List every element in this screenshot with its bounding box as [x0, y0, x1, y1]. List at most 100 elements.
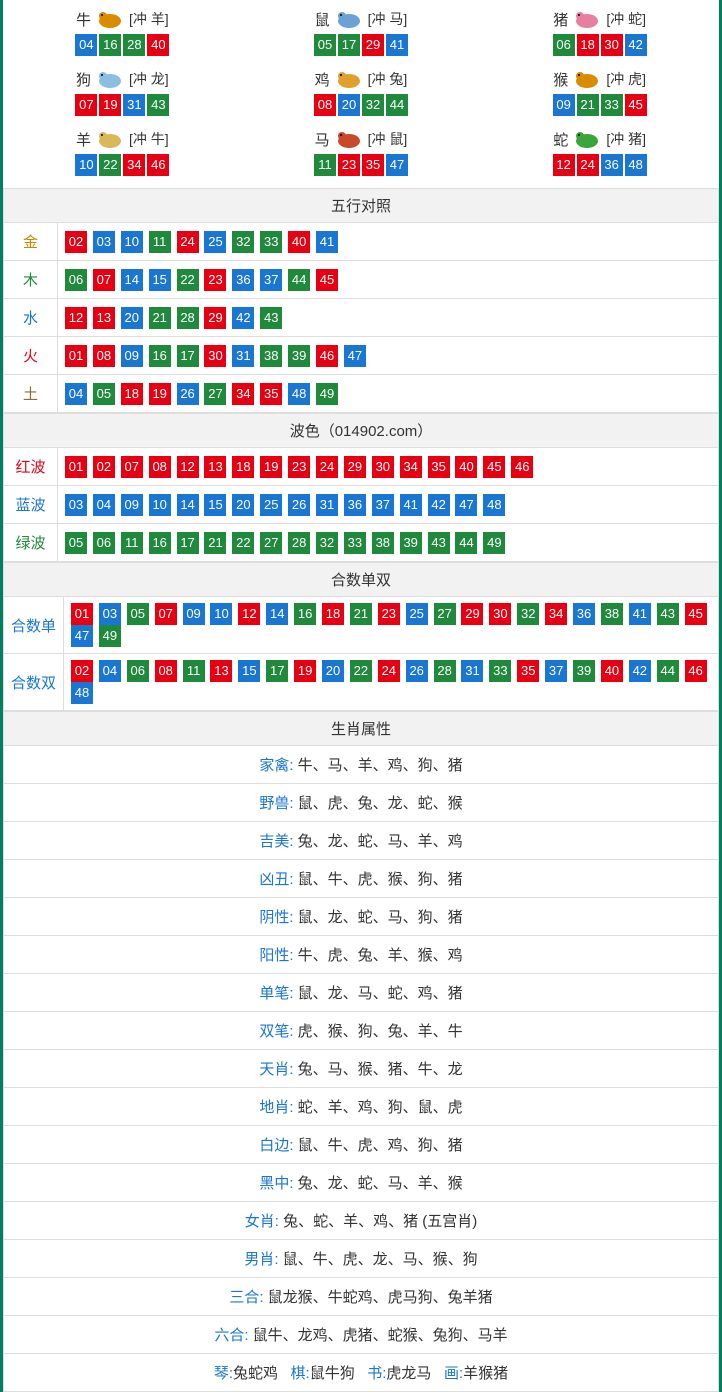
- row-label: 蓝波: [4, 486, 58, 524]
- attr-label: 阳性:: [259, 947, 293, 964]
- number-ball: 10: [75, 154, 97, 176]
- row-label: 木: [4, 261, 58, 299]
- zodiac-clash: [冲 牛]: [129, 129, 169, 149]
- number-ball: 20: [121, 307, 143, 329]
- attr-value: 虎、猴、狗、兔、羊、牛: [298, 1023, 463, 1040]
- row-balls: 05 06 11 16 17 21 22 27 28 32 33 38 39 4…: [58, 524, 719, 562]
- number-ball: 29: [204, 307, 226, 329]
- number-ball: 30: [489, 603, 511, 625]
- number-ball: 22: [350, 660, 372, 682]
- number-ball: 09: [183, 603, 205, 625]
- row-label: 土: [4, 375, 58, 413]
- zodiac-clash: [冲 虎]: [606, 69, 646, 89]
- number-ball: 40: [455, 456, 477, 478]
- zodiac-balls: 11233547: [242, 154, 481, 176]
- zodiac-cell: 牛[冲 羊]04162840: [3, 4, 242, 64]
- attr-cell: 野兽: 鼠、虎、兔、龙、蛇、猴: [4, 784, 719, 822]
- number-ball: 47: [386, 154, 408, 176]
- attr-value: 兔、马、猴、猪、牛、龙: [298, 1061, 463, 1078]
- four-value: 羊猴猪: [463, 1365, 508, 1382]
- zodiac-cell: 鼠[冲 马]05172941: [242, 4, 481, 64]
- zodiac-name: 马: [315, 129, 330, 150]
- attr-cell: 双笔: 虎、猴、狗、兔、羊、牛: [4, 1012, 719, 1050]
- number-ball: 42: [629, 660, 651, 682]
- bose-table: 波色（014902.com） 红波01 02 07 08 12 13 18 19…: [3, 413, 719, 562]
- table-row: 木06 07 14 15 22 23 36 37 44 45: [4, 261, 719, 299]
- four-value: 兔蛇鸡: [233, 1365, 278, 1382]
- attr-row: 六合: 鼠牛、龙鸡、虎猪、蛇猴、兔狗、马羊: [4, 1316, 719, 1354]
- zodiac-balls: 12243648: [480, 154, 719, 176]
- zodiac-head: 羊 [冲 牛]: [76, 128, 169, 150]
- zodiac-name: 蛇: [553, 129, 568, 150]
- zodiac-head: 鼠 [冲 马]: [315, 8, 408, 30]
- number-ball: 44: [288, 269, 310, 291]
- zodiac-icon: [93, 8, 127, 30]
- zodiac-name: 猴: [553, 69, 568, 90]
- number-ball: 18: [232, 456, 254, 478]
- number-ball: 11: [314, 154, 336, 176]
- number-ball: 28: [123, 34, 145, 56]
- zodiac-clash: [冲 马]: [368, 9, 408, 29]
- number-ball: 02: [93, 456, 115, 478]
- number-ball: 08: [149, 456, 171, 478]
- zodiac-head: 鸡[冲 兔]: [315, 68, 408, 90]
- number-ball: 43: [260, 307, 282, 329]
- number-ball: 01: [71, 603, 93, 625]
- zodiac-name: 羊: [76, 129, 91, 150]
- four-value: 鼠牛狗: [310, 1365, 355, 1382]
- table-row: 蓝波03 04 09 10 14 15 20 25 26 31 36 37 41…: [4, 486, 719, 524]
- zodiac-grid: 牛[冲 羊]04162840鼠[冲 马]05172941猪[冲 蛇]061830…: [3, 0, 719, 188]
- number-ball: 19: [260, 456, 282, 478]
- attr-cell: 地肖: 蛇、羊、鸡、狗、鼠、虎: [4, 1088, 719, 1126]
- number-ball: 38: [260, 345, 282, 367]
- four-row: 琴:兔蛇鸡 棋:鼠牛狗 书:虎龙马 画:羊猴猪: [4, 1354, 719, 1392]
- number-ball: 07: [121, 456, 143, 478]
- number-ball: 44: [455, 532, 477, 554]
- number-ball: 32: [316, 532, 338, 554]
- wuxing-table: 五行对照 金02 03 10 11 24 25 32 33 40 41木06 0…: [3, 188, 719, 413]
- number-ball: 30: [204, 345, 226, 367]
- number-ball: 09: [121, 345, 143, 367]
- attr-cell: 吉美: 兔、龙、蛇、马、羊、鸡: [4, 822, 719, 860]
- number-ball: 21: [149, 307, 171, 329]
- zodiac-head: 狗[冲 龙]: [76, 68, 169, 90]
- attr-value: 鼠龙猴、牛蛇鸡、虎马狗、兔羊猪: [268, 1289, 493, 1306]
- zodiac-balls: 08203244: [242, 94, 481, 116]
- zodiac-icon: [332, 8, 366, 30]
- row-label: 合数单: [4, 597, 64, 654]
- number-ball: 21: [350, 603, 372, 625]
- attr-label: 地肖:: [259, 1099, 293, 1116]
- number-ball: 23: [204, 269, 226, 291]
- row-label: 绿波: [4, 524, 58, 562]
- number-ball: 20: [338, 94, 360, 116]
- row-balls: 01 02 07 08 12 13 18 19 23 24 29 30 34 3…: [58, 448, 719, 486]
- number-ball: 02: [71, 660, 93, 682]
- number-ball: 23: [338, 154, 360, 176]
- number-ball: 20: [232, 494, 254, 516]
- number-ball: 10: [210, 603, 232, 625]
- number-ball: 33: [489, 660, 511, 682]
- number-ball: 31: [232, 345, 254, 367]
- row-label: 红波: [4, 448, 58, 486]
- attr-row: 天肖: 兔、马、猴、猪、牛、龙: [4, 1050, 719, 1088]
- number-ball: 35: [428, 456, 450, 478]
- number-ball: 23: [378, 603, 400, 625]
- attr-cell: 白边: 鼠、牛、虎、鸡、狗、猪: [4, 1126, 719, 1164]
- zodiac-icon: [570, 68, 604, 90]
- number-ball: 26: [288, 494, 310, 516]
- zodiac-cell: 鸡[冲 兔] 08203244: [242, 64, 481, 124]
- attr-label: 天肖:: [259, 1061, 293, 1078]
- number-ball: 07: [75, 94, 97, 116]
- row-label: 合数双: [4, 654, 64, 711]
- number-ball: 16: [149, 345, 171, 367]
- number-ball: 41: [316, 231, 338, 253]
- attr-row: 女肖: 兔、蛇、羊、鸡、猪 (五宫肖): [4, 1202, 719, 1240]
- number-ball: 13: [93, 307, 115, 329]
- attr-row: 吉美: 兔、龙、蛇、马、羊、鸡: [4, 822, 719, 860]
- attr-row: 男肖: 鼠、牛、虎、龙、马、猴、狗: [4, 1240, 719, 1278]
- number-ball: 23: [288, 456, 310, 478]
- number-ball: 41: [386, 34, 408, 56]
- number-ball: 14: [266, 603, 288, 625]
- zodiac-name: 鼠: [315, 9, 330, 30]
- number-ball: 15: [149, 269, 171, 291]
